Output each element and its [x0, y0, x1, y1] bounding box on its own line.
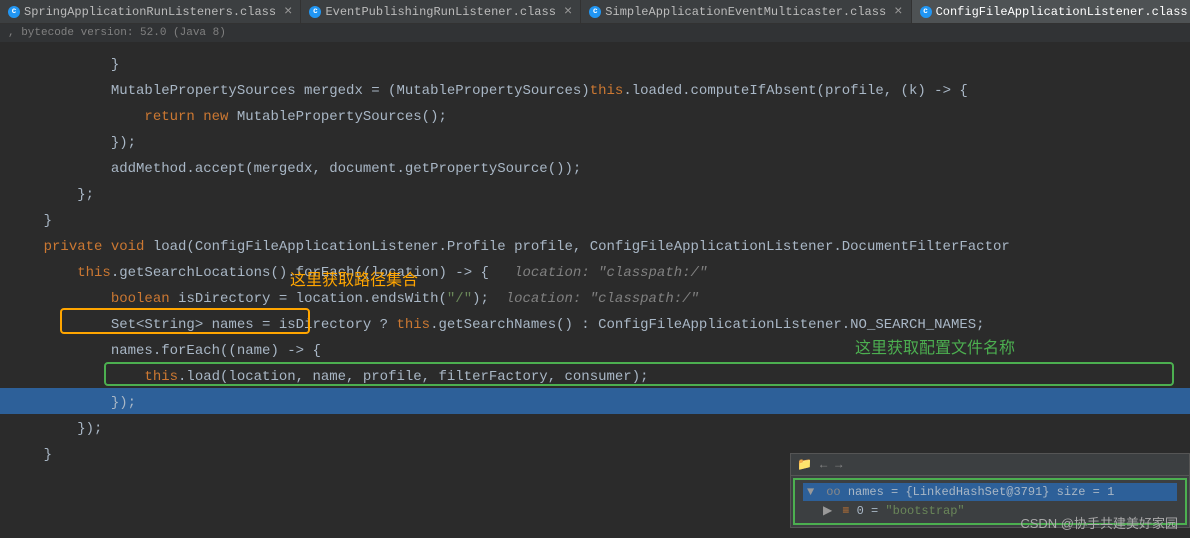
arrow-left-icon[interactable]: ← — [820, 458, 827, 472]
close-icon[interactable]: × — [284, 4, 292, 20]
annotation-green-text: 这里获取配置文件名称 — [855, 336, 1015, 362]
code-line: }; — [10, 182, 1190, 208]
var-name: names — [848, 485, 884, 499]
close-icon[interactable]: × — [564, 4, 572, 20]
debug-toolbar: 📁 ← → — [791, 454, 1189, 476]
code-line: this.getSearchLocations().forEach((locat… — [10, 260, 1190, 286]
close-icon[interactable]: × — [894, 4, 902, 20]
var-value: {LinkedHashSet@3791} size = 1 — [905, 485, 1114, 499]
class-icon: c — [8, 6, 20, 18]
tab-item[interactable]: c EventPublishingRunListener.class × — [301, 0, 581, 23]
info-bar: , bytecode version: 52.0 (Java 8) — [0, 24, 1190, 42]
class-icon: c — [589, 6, 601, 18]
watermark: CSDN @协手共建美好家园 — [1020, 513, 1178, 532]
element-icon: ≡ — [842, 504, 849, 518]
debug-variable-row[interactable]: ▼ oo names = {LinkedHashSet@3791} size =… — [803, 483, 1177, 501]
code-line: } — [10, 208, 1190, 234]
tab-label: EventPublishingRunListener.class — [325, 5, 555, 19]
tab-label: SpringApplicationRunListeners.class — [24, 5, 276, 19]
tab-label: SimpleApplicationEventMulticaster.class — [605, 5, 886, 19]
highlight-box-green — [104, 362, 1174, 386]
code-line: } — [10, 52, 1190, 78]
tab-item[interactable]: c SpringApplicationRunListeners.class × — [0, 0, 301, 23]
code-line: }); — [10, 416, 1190, 442]
code-line: addMethod.accept(mergedx, document.getPr… — [10, 156, 1190, 182]
annotation-yellow-text: 这里获取路径集合 — [290, 268, 418, 294]
class-icon: c — [309, 6, 321, 18]
expand-arrow-icon[interactable]: ▼ — [807, 485, 819, 499]
code-line: return new MutablePropertySources(); — [10, 104, 1190, 130]
expand-arrow-icon[interactable]: ▶ — [823, 503, 835, 518]
tab-label: ConfigFileApplicationListener.class — [936, 5, 1188, 19]
code-line: }); — [10, 390, 1190, 416]
item-index: 0 — [857, 504, 864, 518]
code-line: }); — [10, 130, 1190, 156]
class-icon: c — [920, 6, 932, 18]
tab-bar: c SpringApplicationRunListeners.class × … — [0, 0, 1190, 24]
arrow-right-icon[interactable]: → — [835, 458, 842, 472]
highlight-box-yellow — [60, 308, 310, 334]
folder-icon[interactable]: 📁 — [797, 457, 812, 472]
bytecode-info: , bytecode version: 52.0 (Java 8) — [8, 27, 226, 39]
tab-item[interactable]: c SimpleApplicationEventMulticaster.clas… — [581, 0, 911, 23]
code-line: private void load(ConfigFileApplicationL… — [10, 234, 1190, 260]
code-line: MutablePropertySources mergedx = (Mutabl… — [10, 78, 1190, 104]
code-editor[interactable]: } MutablePropertySources mergedx = (Muta… — [0, 42, 1190, 468]
tab-item-active[interactable]: c ConfigFileApplicationListener.class × — [912, 0, 1190, 23]
object-icon: oo — [826, 485, 840, 499]
item-value: "bootstrap" — [885, 504, 964, 518]
